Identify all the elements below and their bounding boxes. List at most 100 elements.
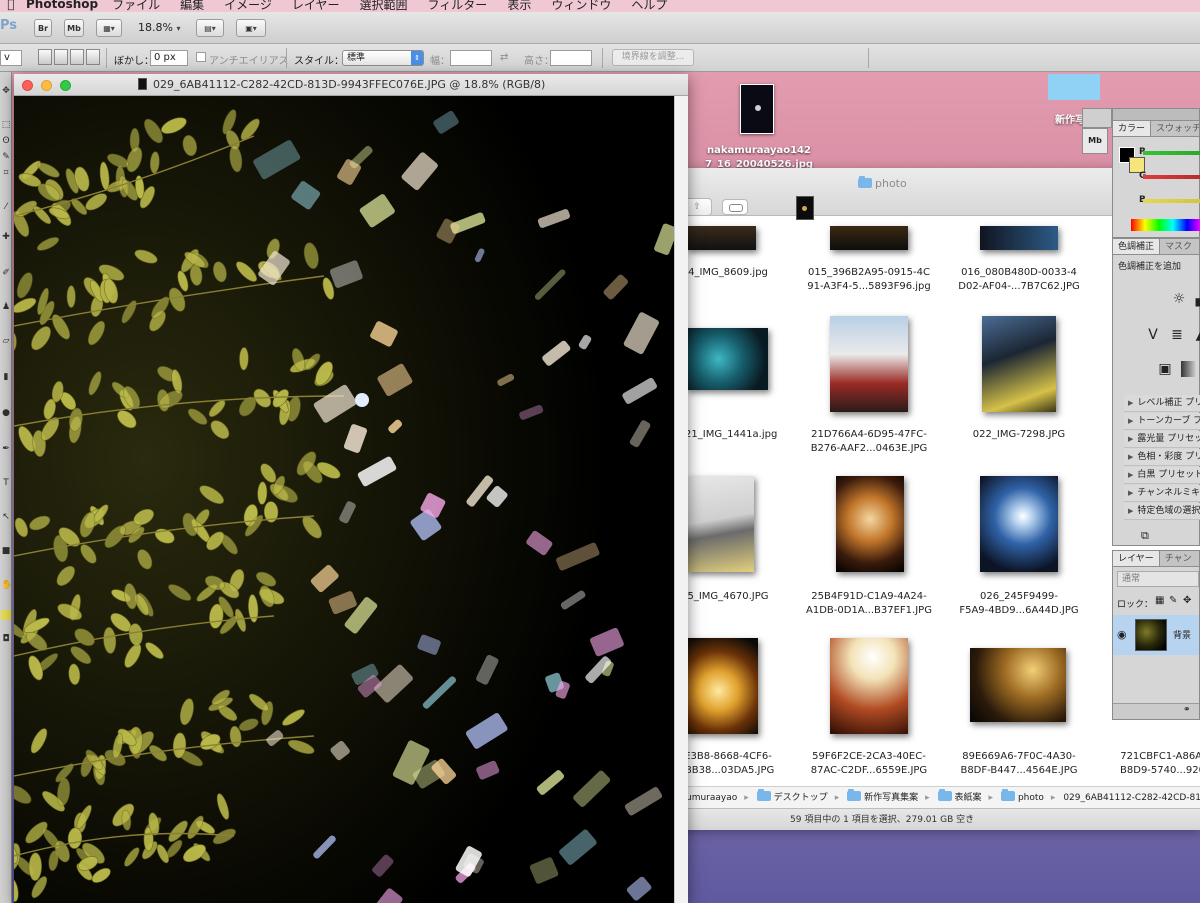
stamp-tool-icon[interactable]: ♟ [1,302,11,312]
menu-file[interactable]: ファイル [112,0,160,12]
gradient-tool-icon[interactable]: ▮ [1,372,11,382]
marquee-tool-icon[interactable]: ⬚ [1,120,11,130]
screen-mode-button[interactable]: ▣ ▾ [236,19,266,37]
move-tool-icon[interactable]: ✥ [1,86,11,96]
path-item-user[interactable]: umuraayao [686,793,737,803]
menu-layer[interactable]: レイヤー [292,0,340,12]
visibility-eye-icon[interactable]: ◉ [1117,628,1127,641]
apple-menu-icon[interactable]:  [0,0,22,11]
green-slider[interactable] [1143,175,1200,179]
panel-grip[interactable] [1113,109,1199,121]
image-canvas[interactable] [14,96,674,903]
zoom-level[interactable]: 18.8% ▾ [138,21,180,34]
path-select-tool-icon[interactable]: ↖ [1,512,11,522]
menu-image[interactable]: イメージ [224,0,272,12]
antialias-checkbox[interactable] [196,52,206,62]
add-selection-mode[interactable] [54,49,68,65]
blue-slider[interactable] [1143,199,1200,203]
extras-button[interactable]: ▦ ▾ [96,19,122,37]
vibrance-icon[interactable]: V [1145,327,1161,343]
file-name[interactable]: 015_396B2A95-0915-4C 91-A3F4-5...5893F96.… [799,266,939,294]
type-tool-icon[interactable]: T [1,478,11,488]
path-item-folder[interactable]: 表紙案 [955,793,982,803]
desktop-file-icon[interactable] [740,84,774,134]
file-name[interactable]: 721CBFC1-A86A-4 B8D9-5740...920C [1096,750,1200,778]
zoom-window-button[interactable] [60,80,71,91]
file-thumbnail[interactable] [686,476,754,572]
file-thumbnail[interactable] [982,316,1056,412]
color-swatch-icon[interactable] [1,610,11,620]
eyedropper-tool-icon[interactable]: ⁄ [1,202,11,212]
blend-mode-select[interactable]: 通常 [1117,571,1199,587]
file-thumbnail[interactable] [836,476,904,572]
lock-transparency-icon[interactable]: ▦ [1155,595,1164,606]
preset-exposure[interactable]: ▶ 露光量 プリセッ [1124,431,1200,448]
layer-row-background[interactable]: ◉ 背景 [1113,615,1199,655]
preset-selective-color[interactable]: ▶ 特定色域の選択 [1124,503,1200,520]
color-spectrum-ramp[interactable] [1131,219,1200,231]
width-input[interactable] [450,50,492,66]
quick-select-tool-icon[interactable]: ✎ [1,152,11,162]
collapsed-panel-dock[interactable] [1082,108,1112,128]
tab-masks[interactable]: マスク [1160,239,1197,254]
file-name[interactable]: 25B4F91D-C1A9-4A24- A1DB-0D1A...B37EF1.JP… [799,590,939,618]
bridge-button[interactable]: Br [34,19,52,37]
file-name[interactable]: 016_080B480D-0033-4 D02-AF04-...7B7C62.JP… [949,266,1089,294]
file-name[interactable]: 89E669A6-7F0C-4A30- B8DF-B447...4564E.JPG [949,750,1089,778]
mini-bridge-panel-button[interactable]: Mb [1082,128,1108,154]
menu-window[interactable]: ウィンドウ [551,0,611,12]
brightness-icon[interactable]: ☼ [1171,291,1187,307]
close-window-button[interactable] [22,80,33,91]
file-name[interactable]: 21D766A4-6D95-47FC- B276-AAF2...0463E.JPG [799,428,939,456]
menu-app-name[interactable]: Photoshop [26,0,98,11]
preset-black-white[interactable]: ▶ 白黒 プリセット [1124,467,1200,484]
tab-layers[interactable]: レイヤー [1113,551,1160,566]
tab-channels[interactable]: チャン [1160,551,1197,566]
tab-color[interactable]: カラー [1113,121,1152,136]
crop-tool-icon[interactable]: ⌗ [1,168,11,178]
menu-filter[interactable]: フィルター [428,0,488,12]
mini-bridge-button[interactable]: Mb [64,19,84,37]
arrange-documents-button[interactable]: ▤ ▾ [196,19,224,37]
path-item-file[interactable]: 029_6AB41112-C282-42CD-813D [1063,793,1200,803]
path-item-desktop[interactable]: デスクトップ [774,793,828,803]
menu-help[interactable]: ヘルプ [631,0,667,12]
clip-layer-icon[interactable]: ⧉ [1141,529,1149,543]
file-thumbnail[interactable] [970,648,1066,722]
file-thumbnail[interactable] [686,226,756,250]
pen-tool-icon[interactable]: ✒ [1,444,11,454]
gradient-map-icon[interactable] [1181,361,1197,377]
subtract-selection-mode[interactable] [70,49,84,65]
red-slider[interactable] [1143,151,1200,155]
menu-view[interactable]: 表示 [507,0,531,12]
height-input[interactable] [550,50,592,66]
color-balance-icon[interactable]: ≣ [1169,327,1185,343]
tab-swatches[interactable]: スウォッチ [1151,121,1199,136]
lock-position-icon[interactable]: ✥ [1183,595,1191,606]
link-layers-icon[interactable]: ⚭ [1183,705,1191,715]
healing-tool-icon[interactable]: ✚ [1,232,11,242]
file-name[interactable]: 022_IMG-7298.JPG [949,428,1089,442]
file-thumbnail[interactable] [686,328,768,390]
tag-button[interactable] [722,199,748,215]
tool-preset-picker[interactable]: v [0,50,22,66]
black-white-icon[interactable]: ◭ [1193,327,1200,343]
lock-pixels-icon[interactable]: ✎ [1169,595,1177,606]
shape-tool-icon[interactable]: ■ [1,546,11,556]
swap-icon[interactable]: ⇄ [500,52,508,63]
file-thumbnail[interactable] [830,638,908,734]
brush-tool-icon[interactable]: ✐ [1,268,11,278]
refine-edge-button[interactable]: 境界線を調整... [612,49,694,66]
preset-hue-saturation[interactable]: ▶ 色相・彩度 プリ [1124,449,1200,466]
file-name[interactable]: 59F6F2CE-2CA3-40EC- 87AC-C2DF...6559E.JPG [799,750,939,778]
new-selection-mode[interactable] [38,49,52,65]
menu-edit[interactable]: 編集 [180,0,204,12]
file-thumbnail[interactable] [830,226,908,250]
file-thumbnail[interactable] [830,316,908,412]
file-thumbnail[interactable] [686,638,758,734]
feather-input[interactable]: 0 px [150,50,188,66]
photo-filter-icon[interactable]: ▣ [1157,361,1173,377]
style-select[interactable]: 標準 ⇕ [342,50,424,66]
quick-mask-icon[interactable]: ◘ [1,634,11,644]
preset-curves[interactable]: ▶ トーンカーブ プ [1124,413,1200,430]
